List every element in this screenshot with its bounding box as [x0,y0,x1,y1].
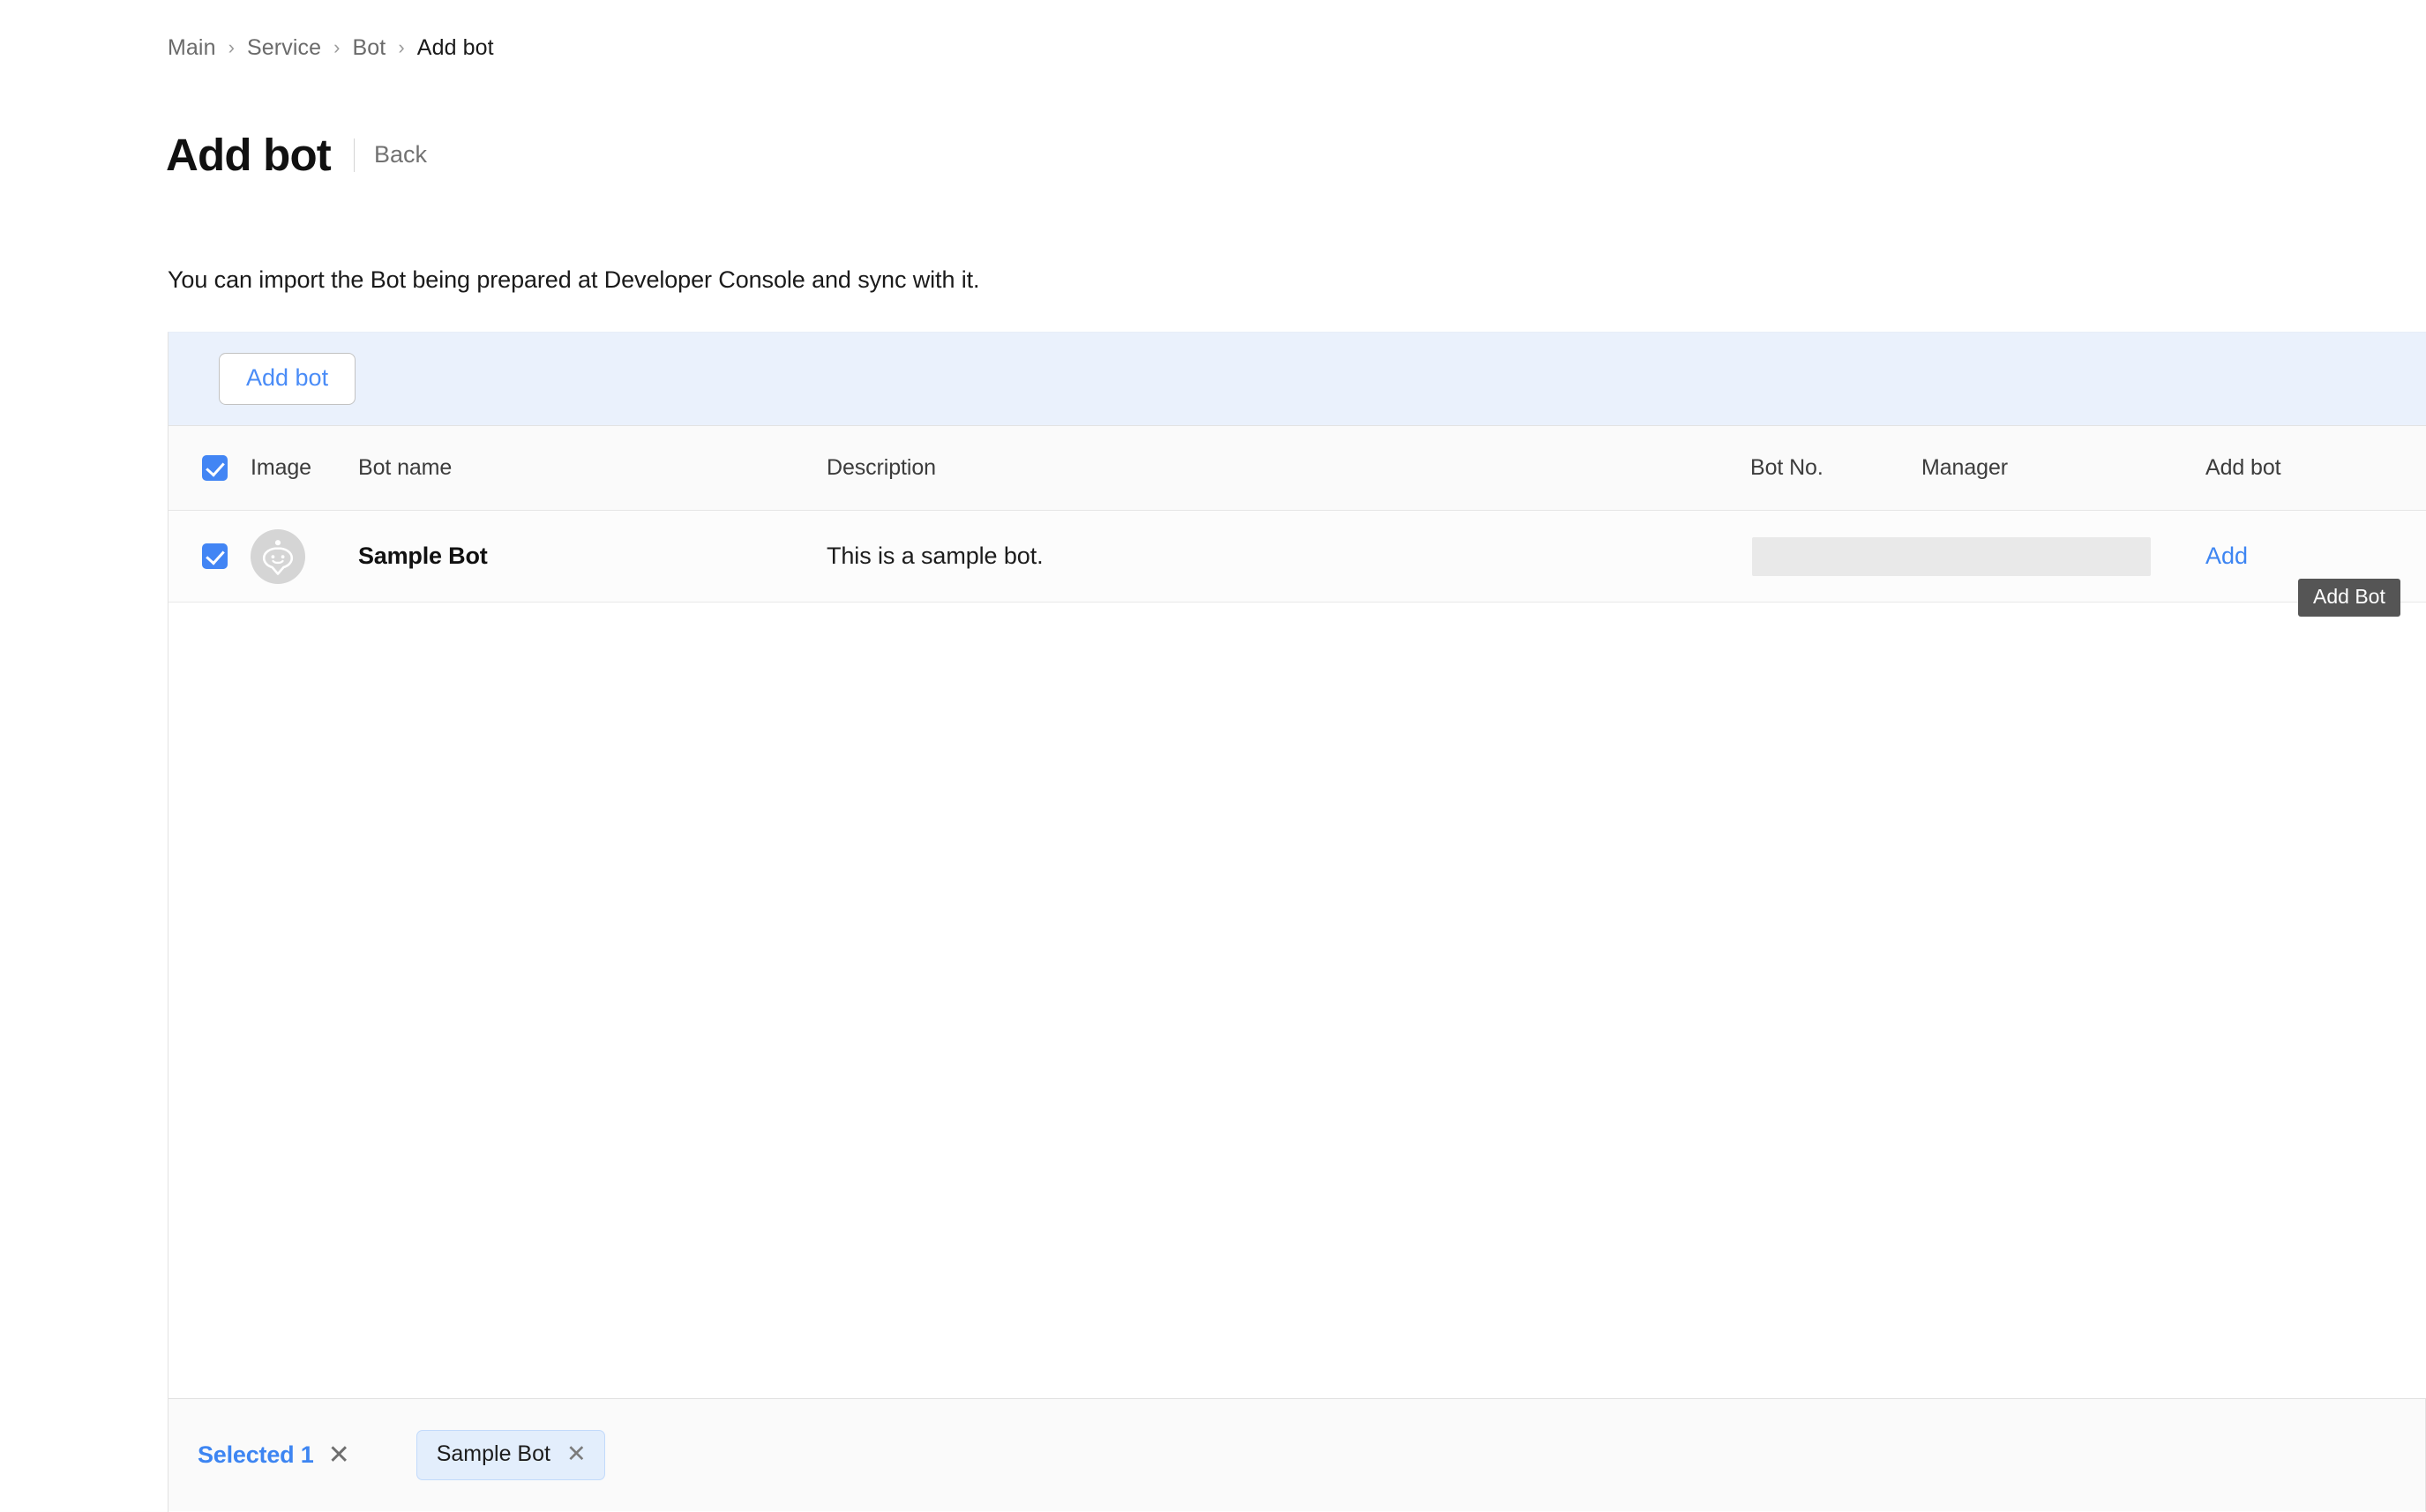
breadcrumb-item-main[interactable]: Main [168,35,216,61]
table-toolbar: Add bot [168,333,2426,426]
avatar [251,529,305,584]
column-header-image: Image [251,455,358,481]
row-select-cell [202,543,251,569]
bot-name-text: Sample Bot [358,543,488,569]
selected-chip-label: Sample Bot [437,1443,550,1465]
back-link[interactable]: Back [374,141,427,168]
row-bot-no-cell [1750,537,1921,576]
row-description-cell: This is a sample bot. [827,543,1750,570]
page-title: Add bot [166,132,331,177]
breadcrumb: Main › Service › Bot › Add bot [168,35,494,61]
breadcrumb-item-add-bot: Add bot [417,35,494,61]
row-image-cell [251,529,358,584]
selected-chip[interactable]: Sample Bot ✕ [416,1430,605,1480]
column-header-manager: Manager [1921,455,2205,481]
table-empty-area [168,603,2426,1512]
column-header-description: Description [827,455,1750,481]
page-header: Add bot Back [166,102,427,207]
add-row-link[interactable]: Add [2205,543,2248,569]
selection-bar: Selected 1 ✕ Sample Bot ✕ [168,1398,2426,1511]
clear-selection-icon[interactable]: ✕ [328,1442,350,1469]
select-all-cell [202,455,251,481]
breadcrumb-item-bot[interactable]: Bot [353,35,386,61]
row-checkbox[interactable] [202,543,228,569]
remove-chip-icon[interactable]: ✕ [566,1442,587,1466]
column-header-add-bot: Add bot [2205,455,2364,481]
title-divider [354,138,355,172]
row-bot-name-cell: Sample Bot [358,543,827,570]
selected-count-label: Selected 1 [198,1441,314,1469]
row-add-bot-cell: Add [2205,543,2364,570]
add-bot-button[interactable]: Add bot [219,353,356,405]
intro-text: You can import the Bot being prepared at… [168,266,979,294]
bot-description-text: This is a sample bot. [827,543,1044,569]
chevron-right-icon: › [398,38,404,57]
chevron-right-icon: › [333,38,340,57]
bot-face-icon [260,538,296,575]
add-bot-tooltip: Add Bot [2298,579,2400,617]
select-all-checkbox[interactable] [202,455,228,481]
bot-table-panel: Add bot Image Bot name Description Bot N… [168,332,2426,1512]
column-header-bot-name: Bot name [358,455,827,481]
breadcrumb-item-service[interactable]: Service [247,35,321,61]
column-header-bot-no: Bot No. [1750,455,1921,481]
table-row[interactable]: Sample Bot This is a sample bot. Add [168,511,2426,603]
bot-no-input[interactable] [1752,537,2151,576]
chevron-right-icon: › [228,38,235,57]
table-header-row: Image Bot name Description Bot No. Manag… [168,426,2426,511]
